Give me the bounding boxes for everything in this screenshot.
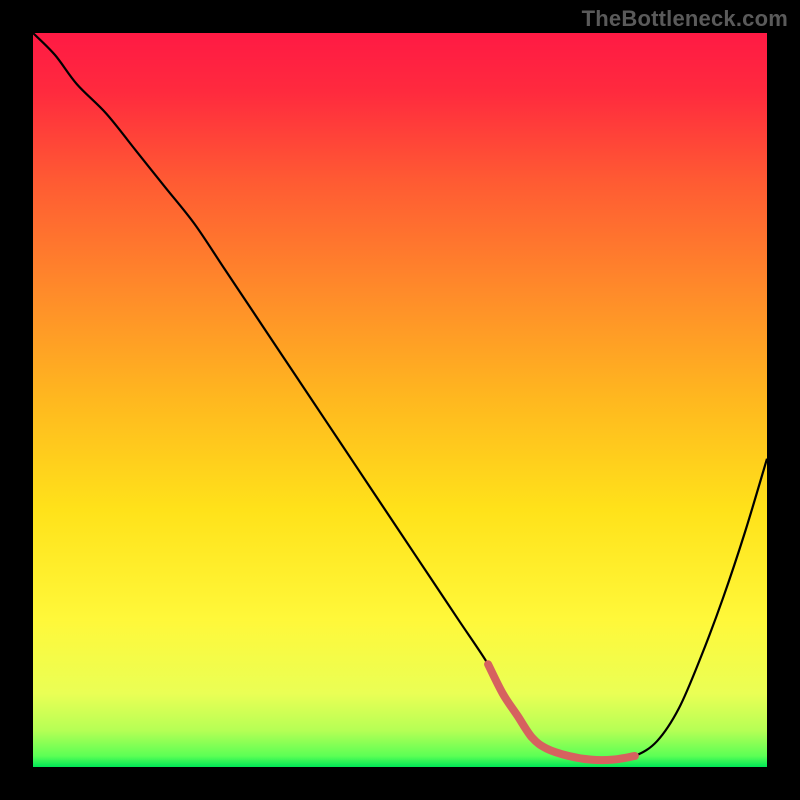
watermark-text: TheBottleneck.com — [582, 6, 788, 32]
plot-area — [33, 33, 767, 767]
gradient-background — [33, 33, 767, 767]
chart-container: TheBottleneck.com — [0, 0, 800, 800]
bottleneck-curve-chart — [33, 33, 767, 767]
